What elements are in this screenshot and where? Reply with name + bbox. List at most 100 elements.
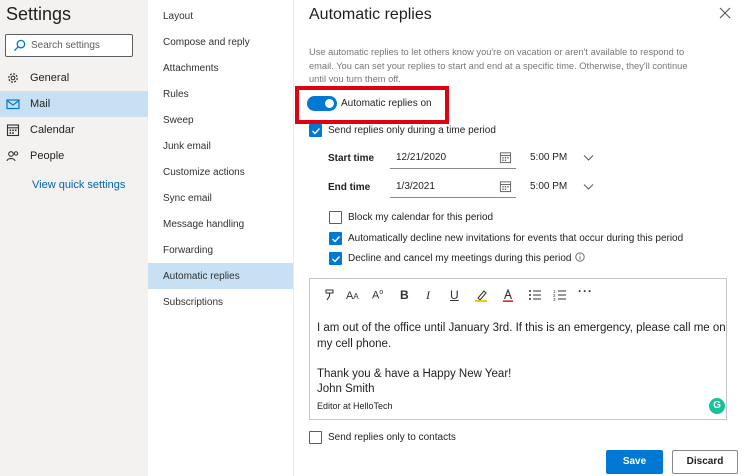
gear-icon — [8, 73, 18, 83]
mail-setting-label: Attachments — [163, 63, 219, 74]
underline-icon[interactable]: U — [450, 288, 459, 304]
mail-icon — [6, 99, 20, 110]
checkmark-icon — [332, 256, 341, 263]
description-line: Use automatic replies to let others know… — [309, 47, 685, 57]
mail-setting-sync-email[interactable]: Sync email — [148, 185, 293, 211]
end-time-value: 5:00 PM — [530, 181, 568, 192]
settings-title: Settings — [6, 4, 72, 24]
italic-icon[interactable]: I — [426, 288, 430, 304]
mail-setting-label: Forwarding — [163, 245, 214, 256]
info-icon[interactable] — [575, 252, 585, 262]
mail-setting-junk-email[interactable]: Junk email — [148, 133, 293, 159]
mail-setting-label: Automatic replies — [163, 271, 240, 282]
mail-setting-sweep[interactable]: Sweep — [148, 107, 293, 133]
font-size-icon[interactable]: AA — [346, 290, 359, 306]
decline-invitations-checkbox[interactable] — [329, 232, 342, 245]
mail-setting-label: Message handling — [163, 219, 245, 230]
description-line: until you turn them off. — [309, 74, 401, 82]
highlight-icon[interactable] — [474, 288, 488, 304]
mail-setting-customize-actions[interactable]: Customize actions — [148, 159, 293, 185]
mail-setting-compose-and-reply[interactable]: Compose and reply — [148, 29, 293, 55]
calendar-icon — [6, 124, 20, 137]
mail-setting-label: Junk email — [163, 141, 211, 152]
start-date-value: 12/21/2020 — [396, 152, 447, 163]
end-time-label: End time — [328, 182, 371, 193]
nav-item-people[interactable]: People — [0, 143, 148, 169]
mail-setting-automatic-replies[interactable]: Automatic replies — [148, 263, 293, 289]
mail-setting-label: Sweep — [163, 115, 194, 126]
search-icon — [13, 39, 26, 52]
description-line: email. You can set your replies to start… — [309, 60, 688, 71]
mail-setting-label: Layout — [163, 11, 194, 22]
numbering-icon[interactable]: 123 — [553, 288, 567, 304]
nav-item-calendar[interactable]: Calendar — [0, 117, 148, 143]
save-button[interactable]: Save — [606, 450, 663, 474]
decline-invitations-label: Automatically decline new invitations fo… — [348, 233, 684, 244]
decline-meetings-checkbox[interactable] — [329, 252, 342, 265]
mail-setting-label: Customize actions — [163, 167, 245, 178]
bold-icon[interactable]: B — [400, 288, 409, 304]
end-date-value: 1/3/2021 — [396, 181, 435, 192]
message-line: I am out of the office until January 3rd… — [317, 322, 726, 334]
start-time-dropdown[interactable]: 5:00 PM — [524, 147, 594, 169]
time-period-label: Send replies only during a time period — [328, 125, 496, 136]
calendar-icon — [499, 181, 512, 193]
message-line: my cell phone. — [317, 338, 392, 350]
chevron-down-icon — [583, 155, 594, 161]
search-placeholder: Search settings — [31, 40, 100, 51]
decline-meetings-label: Decline and cancel my meetings during th… — [348, 253, 572, 264]
font-color-icon[interactable] — [501, 288, 515, 304]
mail-setting-attachments[interactable]: Attachments — [148, 55, 293, 81]
mail-setting-rules[interactable]: Rules — [148, 81, 293, 107]
mail-setting-label: Subscriptions — [163, 297, 224, 308]
block-calendar-label: Block my calendar for this period — [348, 212, 494, 223]
message-line: John Smith — [317, 383, 375, 395]
contacts-only-label: Send replies only to contacts — [328, 432, 456, 443]
mail-setting-subscriptions[interactable]: Subscriptions — [148, 289, 293, 315]
bullets-icon[interactable] — [528, 288, 542, 304]
mail-setting-label: Compose and reply — [163, 37, 250, 48]
mail-setting-layout[interactable]: Layout — [148, 3, 293, 29]
discard-button[interactable]: Discard — [672, 450, 738, 474]
message-line: Thank you & have a Happy New Year! — [317, 368, 512, 380]
mail-setting-label: Sync email — [163, 193, 212, 204]
time-period-checkbox[interactable] — [309, 124, 322, 137]
mail-setting-forwarding[interactable]: Forwarding — [148, 237, 293, 263]
start-date-picker[interactable]: 12/21/2020 — [390, 147, 516, 169]
format-painter-icon[interactable] — [323, 288, 337, 304]
close-icon[interactable] — [718, 6, 732, 20]
nav-item-general[interactable]: General — [0, 65, 148, 91]
mail-setting-message-handling[interactable]: Message handling — [148, 211, 293, 237]
end-time-dropdown[interactable]: 5:00 PM — [524, 176, 594, 198]
block-calendar-checkbox[interactable] — [329, 211, 342, 224]
message-editor[interactable]: AA Ao B I U 123 ··· I am out of the offi… — [309, 278, 727, 420]
start-time-value: 5:00 PM — [530, 152, 568, 163]
nav-item-label: Mail — [30, 98, 51, 110]
nav-item-mail[interactable]: Mail — [0, 91, 148, 117]
contacts-only-checkbox[interactable] — [309, 431, 322, 444]
automatic-replies-pane: Automatic replies Use automatic replies … — [295, 0, 750, 476]
nav-item-label: People — [30, 150, 65, 162]
toggle-label: Automatic replies on — [341, 98, 432, 109]
view-quick-settings-link[interactable]: View quick settings — [32, 179, 125, 191]
search-settings-input[interactable]: Search settings — [5, 34, 133, 57]
svg-text:3: 3 — [553, 297, 556, 302]
more-options-icon[interactable]: ··· — [578, 284, 593, 300]
automatic-replies-toggle[interactable] — [307, 96, 337, 111]
end-date-picker[interactable]: 1/3/2021 — [390, 176, 516, 198]
nav-item-label: Calendar — [30, 124, 75, 136]
checkmark-icon — [312, 128, 321, 135]
pane-title: Automatic replies — [309, 6, 432, 23]
description-text: Use automatic replies to let others know… — [309, 46, 745, 82]
toggle-knob — [325, 99, 334, 108]
calendar-icon — [499, 152, 512, 164]
mail-settings-list: Layout Compose and reply Attachments Rul… — [148, 0, 294, 476]
checkmark-icon — [332, 236, 341, 243]
people-icon — [6, 151, 19, 162]
grammarly-icon[interactable]: G — [709, 398, 725, 414]
superscript-icon[interactable]: Ao — [372, 289, 383, 305]
settings-nav: Settings Search settings General Mail Ca… — [0, 0, 148, 476]
signature-line: Editor at HelloTech — [317, 401, 393, 411]
nav-item-label: General — [30, 72, 70, 84]
mail-setting-label: Rules — [163, 89, 189, 100]
